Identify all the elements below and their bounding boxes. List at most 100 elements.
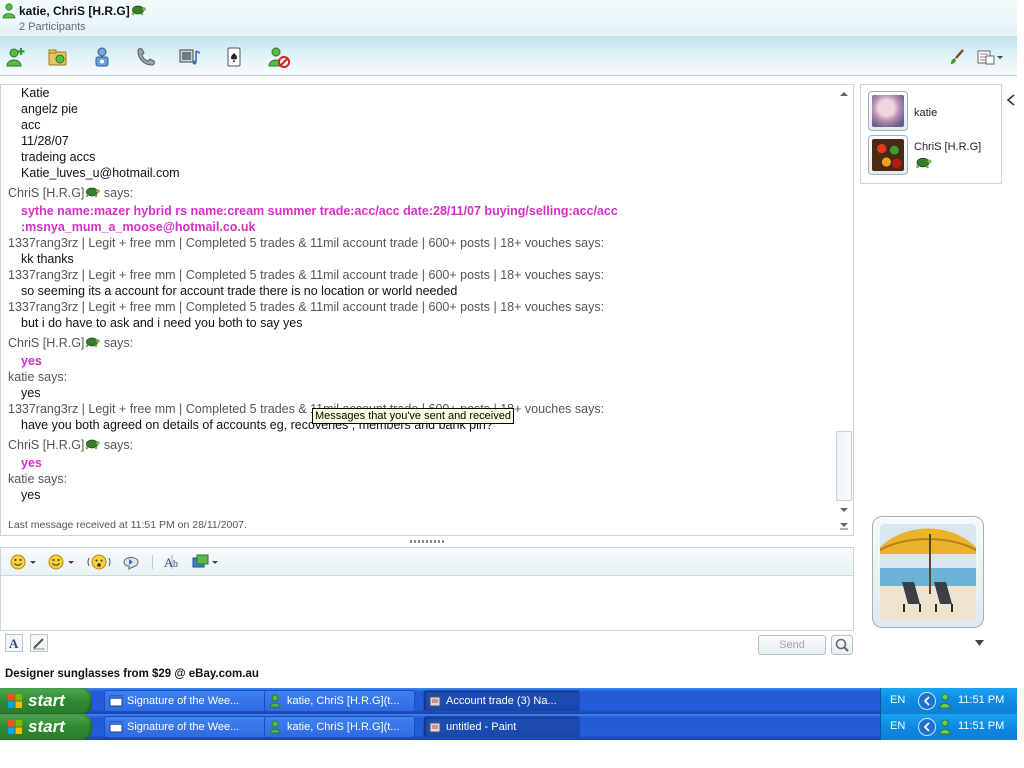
message-sender: ChriS [H.R.G] says: — [8, 335, 133, 351]
wink-menu-icon[interactable] — [47, 553, 75, 571]
conversation-scrollbar[interactable] — [835, 85, 853, 535]
handwriting-off-button[interactable]: A — [5, 634, 23, 652]
emoticon-menu-icon[interactable] — [9, 553, 37, 571]
window-title: katie, ChriS [H.R.G] — [19, 4, 146, 18]
video-call-icon — [95, 47, 109, 67]
search-button[interactable] — [831, 635, 853, 655]
paintbrush-icon[interactable] — [948, 48, 966, 66]
message-text: yes — [21, 488, 41, 502]
show-hidden-icons-button[interactable] — [918, 718, 936, 736]
games-icon — [227, 47, 241, 67]
title-bar: katie, ChriS [H.R.G] 2 Participants — [0, 0, 1017, 36]
invite-button[interactable] — [4, 45, 28, 69]
send-files-button[interactable] — [46, 45, 70, 69]
pen-icon — [33, 638, 45, 650]
show-hidden-icons-button[interactable] — [918, 692, 936, 710]
message-sender: katie says: — [8, 471, 67, 487]
pane-splitter[interactable] — [410, 540, 444, 543]
phone-icon — [137, 48, 155, 66]
games-button[interactable] — [222, 45, 246, 69]
taskbar-button[interactable]: untitled - Paint — [423, 716, 580, 738]
message-text: yes — [21, 456, 42, 470]
scroll-up-icon[interactable] — [839, 89, 849, 99]
ad-banner-link[interactable]: Designer sunglasses from $29 @ eBay.com.… — [5, 668, 259, 680]
language-indicator[interactable]: EN — [890, 720, 905, 732]
sender-name: katie — [8, 472, 35, 486]
svg-text:b: b — [173, 559, 178, 570]
taskbar-button-label: Signature of the Wee... — [127, 695, 240, 707]
message-sender: ChriS [H.R.G] says: — [8, 185, 133, 201]
start-button[interactable]: start — [0, 688, 92, 714]
menu-dropdown-icon[interactable] — [976, 48, 1004, 66]
participant-avatar-chris[interactable] — [868, 135, 908, 175]
activities-button[interactable] — [178, 45, 202, 69]
send-button[interactable]: Send — [758, 635, 826, 655]
clock[interactable]: 11:51 PM — [958, 720, 1004, 732]
buddy-icon — [2, 3, 16, 19]
says-label: says: — [574, 402, 605, 416]
beach-chairs-picture — [880, 524, 976, 620]
message-input[interactable] — [0, 575, 854, 631]
message-text: :msnya_mum_a_moose@hotmail.co.uk — [21, 220, 256, 234]
toolbar — [0, 36, 1017, 76]
conversation-history[interactable]: Katie angelz pie acc 11/28/07 tradeing accs K… — [0, 84, 854, 536]
message-text: acc — [21, 118, 41, 132]
taskbar-button[interactable]: katie, ChriS [H.R.G](t... — [264, 716, 415, 738]
background-menu-icon[interactable] — [191, 553, 219, 571]
turtle-emoticon-icon — [86, 337, 101, 348]
scroll-thumb[interactable] — [836, 431, 852, 501]
start-label: start — [28, 691, 65, 710]
svg-text:A: A — [9, 636, 19, 651]
scroll-down-icon[interactable] — [839, 505, 849, 515]
clock[interactable]: 11:51 PM — [958, 694, 1004, 706]
scroll-bottom-icon[interactable] — [839, 521, 849, 531]
message-text: yes — [21, 354, 42, 368]
messenger-tray-icon[interactable] — [939, 719, 951, 735]
handwriting-button[interactable] — [30, 634, 48, 652]
turtle-emoticon-icon — [916, 157, 932, 169]
language-indicator[interactable]: EN — [890, 694, 905, 706]
browser-window-icon — [109, 721, 123, 733]
participant-avatar-katie[interactable] — [868, 91, 908, 131]
screen-edge — [1017, 0, 1024, 768]
message-sender: ChriS [H.R.G] says: — [8, 437, 133, 453]
turtle-emoticon-icon — [131, 5, 146, 16]
messenger-buddy-icon — [269, 694, 281, 708]
search-icon — [835, 638, 849, 652]
says-label: says: — [37, 472, 68, 486]
voice-clip-icon[interactable] — [121, 553, 141, 571]
message-text: kk thanks — [21, 252, 74, 266]
participant-name[interactable]: ChriS [H.R.G] — [914, 141, 981, 153]
message-sender: katie says: — [8, 369, 67, 385]
messenger-tray-icon[interactable] — [939, 693, 951, 709]
start-button[interactable]: start — [0, 714, 92, 740]
taskbar-button-label: katie, ChriS [H.R.G](t... — [287, 721, 400, 733]
message-text: yes — [21, 386, 41, 400]
taskbar-button[interactable]: katie, ChriS [H.R.G](t... — [264, 690, 415, 712]
font-icon[interactable]: Ab — [163, 553, 183, 571]
send-files-icon — [48, 49, 67, 66]
nudge-icon[interactable] — [87, 553, 111, 571]
my-display-picture[interactable] — [872, 516, 984, 628]
start-label: start — [28, 717, 65, 736]
message-sender: 1337rang3rz | Legit + free mm | Complete… — [8, 401, 604, 417]
history-tooltip: Messages that you've sent and received — [312, 408, 514, 424]
collapse-panel-icon[interactable] — [1006, 94, 1016, 106]
format-toolbar: Ab — [0, 547, 854, 575]
sender-name: katie — [8, 370, 35, 384]
says-label: says: — [574, 236, 605, 250]
says-label: says: — [574, 300, 605, 314]
taskbar: start Signature of the Wee... katie, ChriS… — [0, 688, 1017, 714]
display-picture-menu-icon[interactable] — [975, 640, 984, 646]
says-label: says: — [103, 336, 134, 350]
chevron-left-icon — [923, 696, 930, 706]
participant-name[interactable]: katie — [914, 107, 937, 119]
block-button[interactable] — [267, 45, 291, 69]
sender-name: ChriS [H.R.G] — [8, 336, 85, 350]
message-text: Katie_luves_u@hotmail.com — [21, 166, 180, 180]
taskbar-button[interactable]: Account trade (3) Na... — [423, 690, 580, 712]
call-button[interactable] — [134, 45, 158, 69]
sender-name: 1337rang3rz | Legit + free mm | Complete… — [8, 236, 572, 250]
message-sender: 1337rang3rz | Legit + free mm | Complete… — [8, 299, 604, 315]
video-call-button[interactable] — [90, 45, 114, 69]
